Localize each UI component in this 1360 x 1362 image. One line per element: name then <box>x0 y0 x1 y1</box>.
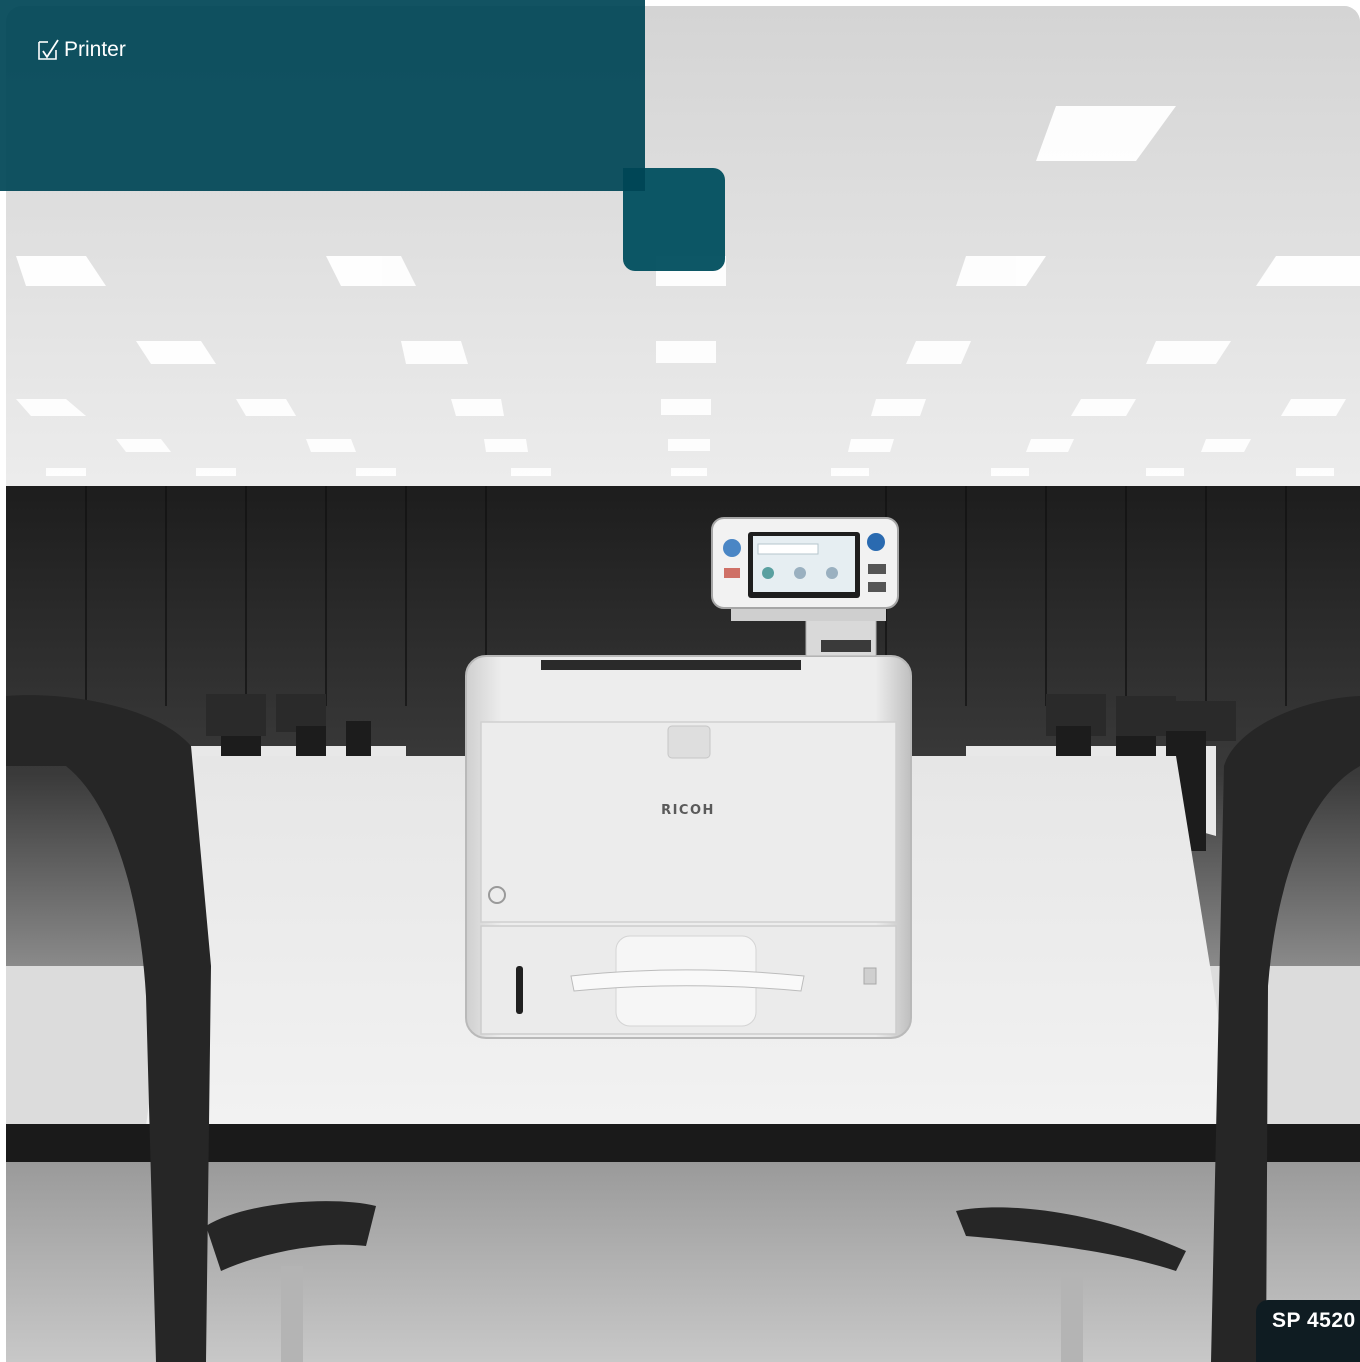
model-badge: SP 4520 <box>1256 1300 1360 1362</box>
section-title-label: Printer <box>64 38 126 61</box>
header-notch <box>623 168 645 191</box>
header-band <box>0 0 645 191</box>
model-name: SP 4520 <box>1272 1309 1356 1332</box>
section-title: Printer <box>36 38 126 62</box>
printer-brand-logo: RICOH <box>661 803 715 818</box>
checkbox-tick-icon <box>36 38 60 62</box>
